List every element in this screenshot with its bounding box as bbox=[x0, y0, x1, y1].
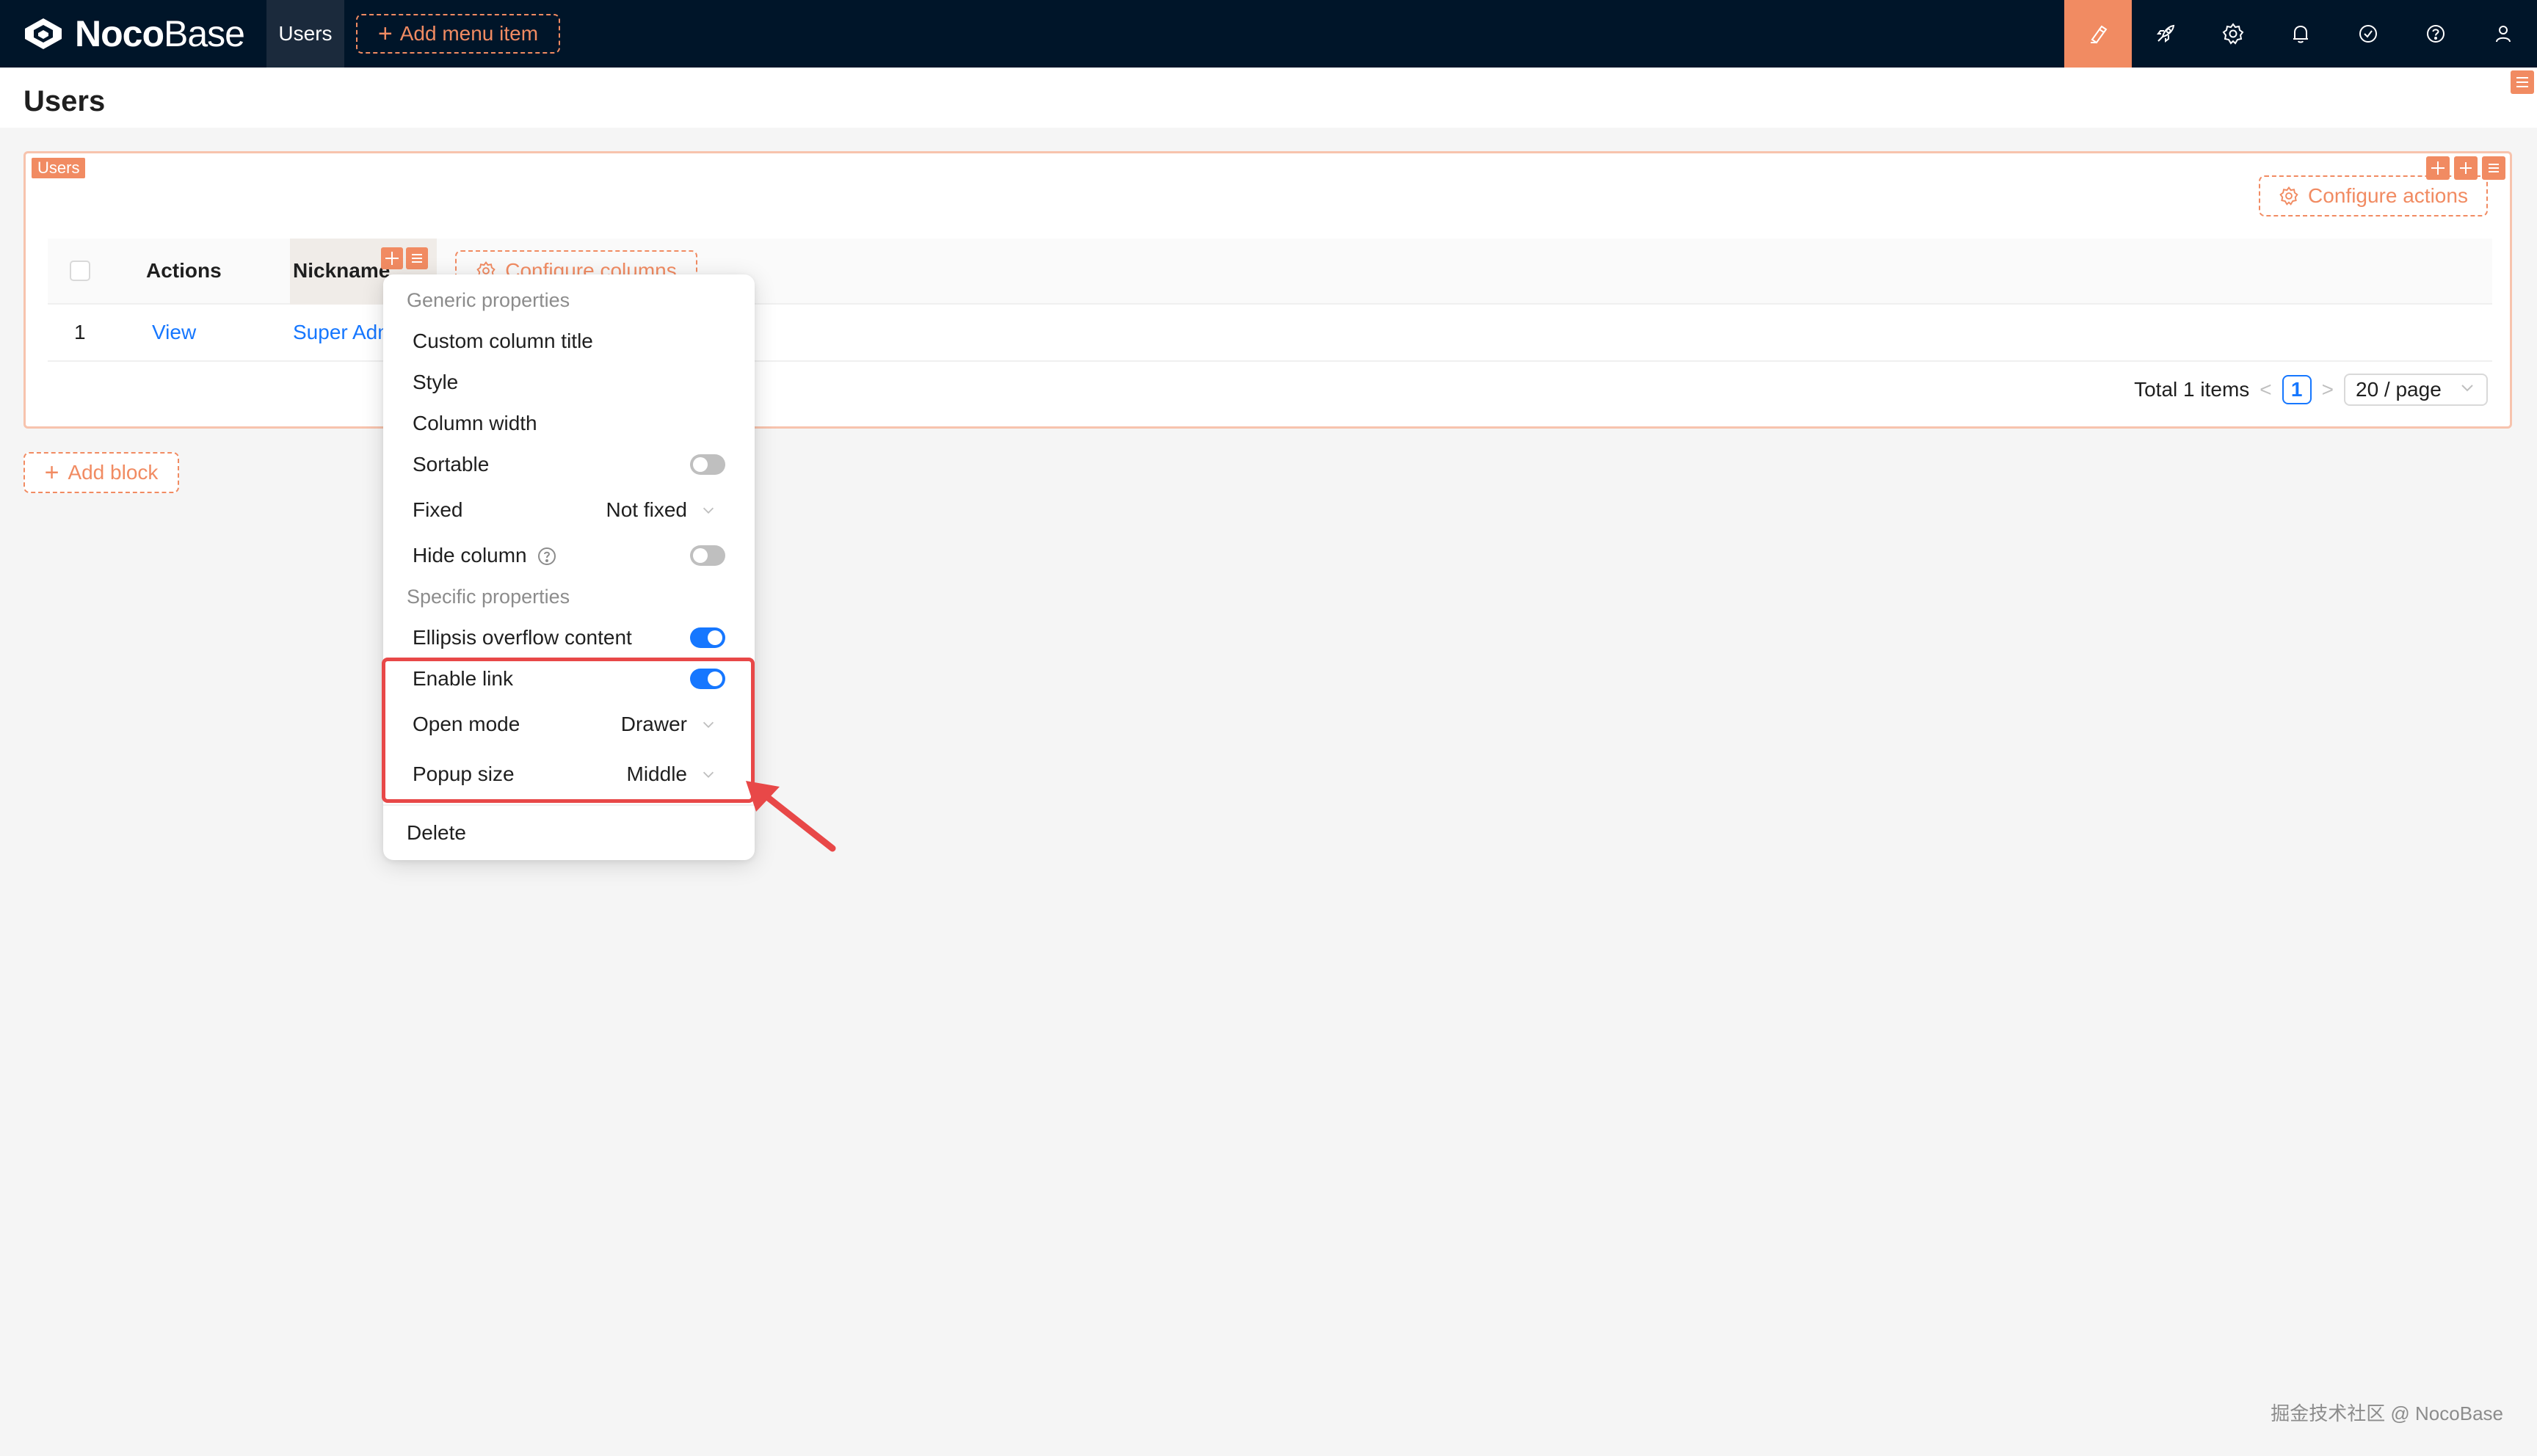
menu-item-label: Sortable bbox=[413, 453, 490, 476]
plus-icon: + bbox=[44, 459, 59, 487]
add-block-label: Add block bbox=[68, 461, 159, 484]
row-view-link[interactable]: View bbox=[152, 321, 196, 344]
notification-bell-icon bbox=[2293, 25, 2308, 43]
menu-item-sortable[interactable]: Sortable bbox=[413, 446, 725, 483]
page-title: Users bbox=[23, 85, 106, 117]
help-circle-icon[interactable] bbox=[532, 544, 557, 567]
row-index: 1 bbox=[74, 321, 86, 343]
ellipsis-switch[interactable] bbox=[690, 627, 725, 648]
menu-item-ellipsis-overflow[interactable]: Ellipsis overflow content bbox=[413, 619, 725, 656]
menu-item-label: Ellipsis overflow content bbox=[413, 626, 632, 649]
add-menu-item-button[interactable]: + Add menu item bbox=[355, 14, 560, 54]
chevron-right-icon[interactable]: > bbox=[2322, 378, 2334, 401]
menu-item-label: Custom column title bbox=[413, 330, 593, 352]
top-right-toolbar bbox=[2064, 0, 2537, 68]
menu-item-style[interactable]: Style bbox=[413, 364, 725, 401]
block-collection-tag: Users bbox=[32, 158, 86, 178]
notifications-button[interactable] bbox=[2267, 0, 2334, 68]
menu-item-label: Column width bbox=[413, 412, 537, 434]
ui-editor-toggle[interactable] bbox=[2064, 0, 2132, 68]
page-settings-menu-icon[interactable] bbox=[2511, 70, 2534, 94]
user-avatar-icon bbox=[2496, 26, 2511, 43]
column-header-nickname[interactable]: Nickname bbox=[293, 259, 390, 283]
nocobase-logo[interactable]: Noco Base bbox=[22, 0, 245, 68]
fixed-select-value: Not fixed bbox=[606, 498, 688, 521]
page-size-value: 20 / page bbox=[2356, 378, 2442, 401]
menu-item-fixed[interactable]: Fixed Not fixed bbox=[413, 492, 725, 528]
chevron-left-icon[interactable]: < bbox=[2260, 378, 2271, 401]
plugin-rocket-icon bbox=[2157, 24, 2175, 43]
settings-gear-icon bbox=[2279, 186, 2298, 205]
menu-item-delete[interactable]: Delete bbox=[407, 815, 725, 851]
fixed-select[interactable]: Not fixed bbox=[606, 498, 717, 522]
logo-mark-icon bbox=[25, 18, 62, 49]
menu-lines-icon bbox=[2516, 77, 2528, 87]
hide-column-switch[interactable] bbox=[690, 545, 725, 566]
menu-item-label: Style bbox=[413, 371, 459, 393]
menu-item-hide-column[interactable]: Hide column bbox=[413, 537, 725, 574]
logo-text-base: Base bbox=[164, 13, 245, 54]
task-check-icon bbox=[2359, 25, 2377, 43]
chevron-down-icon bbox=[2458, 378, 2476, 401]
watermark: 掘金技术社区 @ NocoBase bbox=[2271, 1402, 2503, 1424]
tasks-button[interactable] bbox=[2334, 0, 2402, 68]
page-size-select[interactable]: 20 / page bbox=[2344, 374, 2488, 406]
help-question-icon bbox=[2427, 25, 2445, 43]
page-header: Users bbox=[0, 68, 2537, 128]
configure-actions-label: Configure actions bbox=[2308, 184, 2468, 207]
page-number-current[interactable]: 1 bbox=[2282, 375, 2312, 404]
menu-item-custom-column-title[interactable]: Custom column title bbox=[413, 323, 725, 360]
sortable-switch[interactable] bbox=[690, 454, 725, 475]
generic-properties-header: Generic properties bbox=[407, 289, 570, 311]
help-button[interactable] bbox=[2402, 0, 2469, 68]
top-navigation-bar: Noco Base Users + Add menu item bbox=[0, 0, 2537, 68]
annotation-highlight-box bbox=[382, 658, 755, 803]
nav-item-users[interactable]: Users bbox=[266, 0, 344, 68]
pagination: Total 1 items < 1 > 20 / page bbox=[2134, 374, 2488, 406]
settings-gear-icon bbox=[2222, 23, 2244, 45]
specific-properties-header: Specific properties bbox=[407, 586, 570, 608]
menu-divider bbox=[383, 804, 755, 806]
user-menu-button[interactable] bbox=[2469, 0, 2537, 68]
column-drag-handle-icon[interactable] bbox=[381, 247, 403, 269]
settings-button[interactable] bbox=[2199, 0, 2267, 68]
menu-item-label: Delete bbox=[407, 821, 466, 844]
menu-item-column-width[interactable]: Column width bbox=[413, 405, 725, 442]
menu-item-label: Fixed bbox=[413, 498, 463, 521]
menu-item-label: Hide column bbox=[413, 544, 527, 567]
annotation-arrow-icon bbox=[746, 781, 836, 852]
column-settings-icon[interactable] bbox=[406, 247, 428, 269]
design-brush-icon bbox=[2091, 25, 2108, 44]
plus-icon: + bbox=[377, 20, 393, 48]
select-all-checkbox[interactable] bbox=[70, 261, 90, 281]
add-menu-item-label: Add menu item bbox=[399, 22, 539, 45]
chevron-down-icon bbox=[703, 507, 714, 514]
column-header-actions: Actions bbox=[146, 259, 222, 282]
plugin-manager-button[interactable] bbox=[2132, 0, 2199, 68]
logo-text-noco: Noco bbox=[75, 13, 164, 54]
add-block-button[interactable]: + Add block bbox=[23, 452, 179, 493]
configure-actions-button[interactable]: Configure actions bbox=[2259, 175, 2488, 216]
pagination-total: Total 1 items bbox=[2134, 378, 2250, 401]
